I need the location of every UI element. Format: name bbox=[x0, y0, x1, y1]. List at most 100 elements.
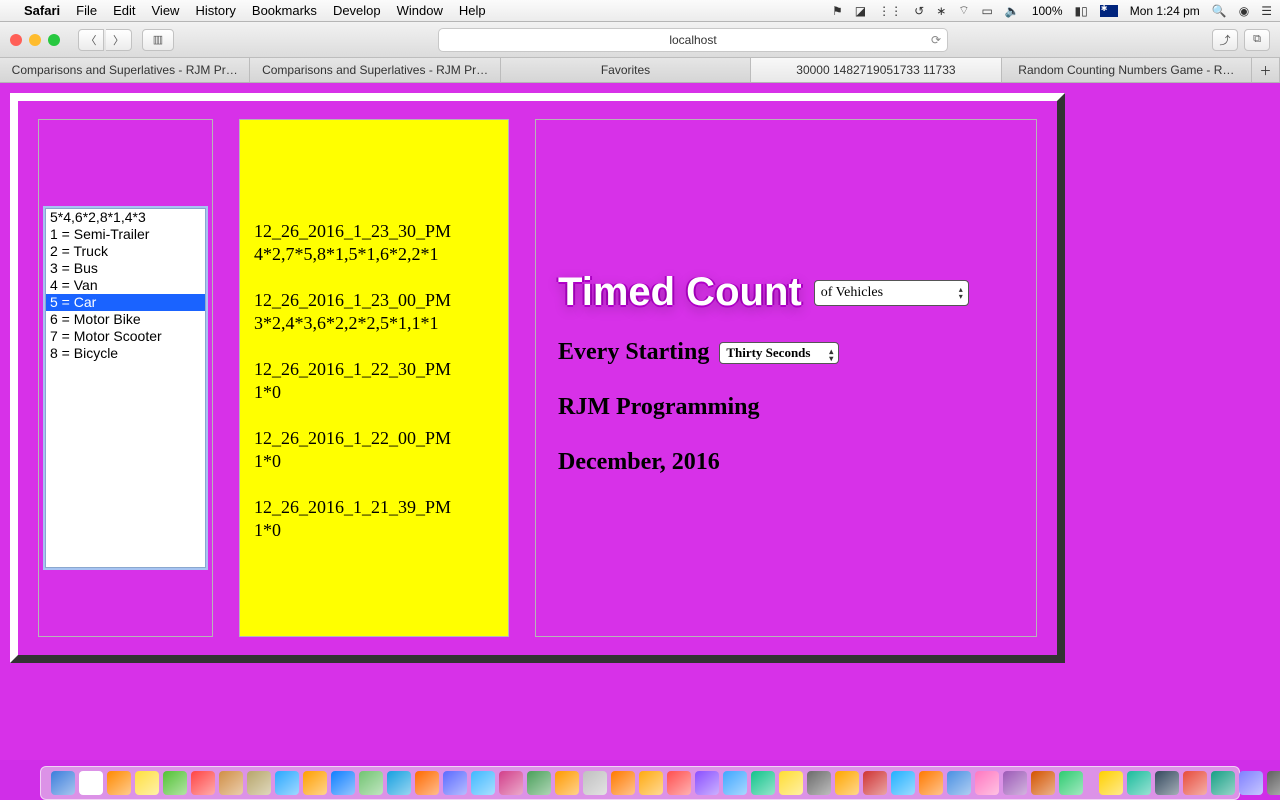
display-icon[interactable]: ▭ bbox=[982, 4, 993, 18]
dock-app-icon[interactable] bbox=[163, 771, 187, 795]
reload-icon[interactable]: ⟳ bbox=[931, 33, 941, 47]
dock-app-icon[interactable] bbox=[1239, 771, 1263, 795]
dock-app-icon[interactable] bbox=[975, 771, 999, 795]
dock-app-icon[interactable] bbox=[443, 771, 467, 795]
listbox-option[interactable]: 8 = Bicycle bbox=[46, 345, 205, 362]
dock-app-icon[interactable] bbox=[303, 771, 327, 795]
dock-app-icon[interactable] bbox=[471, 771, 495, 795]
dock-app-icon[interactable] bbox=[947, 771, 971, 795]
zoom-window-button[interactable] bbox=[48, 34, 60, 46]
close-window-button[interactable] bbox=[10, 34, 22, 46]
menu-window[interactable]: Window bbox=[397, 3, 443, 18]
dock-app-icon[interactable] bbox=[359, 771, 383, 795]
share-button[interactable]: ⤴ bbox=[1212, 29, 1238, 51]
volume-icon[interactable]: 🔈 bbox=[1005, 4, 1020, 18]
dock-app-icon[interactable] bbox=[1211, 771, 1235, 795]
menubar-clock[interactable]: Mon 1:24 pm bbox=[1130, 4, 1200, 18]
menu-develop[interactable]: Develop bbox=[333, 3, 381, 18]
menu-view[interactable]: View bbox=[152, 3, 180, 18]
tab-3[interactable]: 30000 1482719051733 11733 bbox=[751, 58, 1001, 82]
wifi-icon[interactable]: ⌔ bbox=[958, 3, 969, 18]
menu-help[interactable]: Help bbox=[459, 3, 486, 18]
dashlane-icon[interactable]: ◪ bbox=[855, 4, 866, 18]
tab-2[interactable]: Favorites bbox=[501, 58, 751, 82]
listbox-option[interactable]: 6 = Motor Bike bbox=[46, 311, 205, 328]
dock-app-icon[interactable] bbox=[807, 771, 831, 795]
notification-center-icon[interactable]: ☰ bbox=[1261, 4, 1272, 18]
address-bar[interactable]: localhost ⟳ bbox=[438, 28, 948, 52]
dock-app-icon[interactable] bbox=[919, 771, 943, 795]
menu-edit[interactable]: Edit bbox=[113, 3, 135, 18]
tab-strip: Comparisons and Superlatives - RJM Pr… C… bbox=[0, 58, 1280, 83]
avast-icon[interactable]: ⚑ bbox=[832, 4, 843, 18]
log-timestamp: 12_26_2016_1_22_30_PM bbox=[254, 358, 494, 381]
dock-app-icon[interactable] bbox=[1031, 771, 1055, 795]
dock-app-icon[interactable] bbox=[1059, 771, 1083, 795]
spotlight-icon[interactable]: 🔍 bbox=[1212, 4, 1227, 18]
bluetooth-icon[interactable]: ∗ bbox=[936, 4, 946, 18]
dock-app-icon[interactable] bbox=[1267, 771, 1280, 795]
dock-app-icon[interactable] bbox=[555, 771, 579, 795]
tab-4[interactable]: Random Counting Numbers Game - R… bbox=[1002, 58, 1252, 82]
battery-percent[interactable]: 100% bbox=[1032, 4, 1063, 18]
listbox-option[interactable]: 3 = Bus bbox=[46, 260, 205, 277]
input-flag-icon[interactable] bbox=[1100, 5, 1118, 17]
minimize-window-button[interactable] bbox=[29, 34, 41, 46]
app-name[interactable]: Safari bbox=[24, 3, 60, 18]
dock-app-icon[interactable] bbox=[191, 771, 215, 795]
dock-app-icon[interactable] bbox=[583, 771, 607, 795]
sidebar-button[interactable]: ▥ bbox=[142, 29, 174, 51]
dock-app-icon[interactable] bbox=[695, 771, 719, 795]
dock-app-icon[interactable] bbox=[1099, 771, 1123, 795]
dock-app-icon[interactable] bbox=[247, 771, 271, 795]
dock-app-icon[interactable] bbox=[1183, 771, 1207, 795]
dock-app-icon[interactable] bbox=[135, 771, 159, 795]
dock-app-icon[interactable] bbox=[107, 771, 131, 795]
dock-app-icon[interactable] bbox=[611, 771, 635, 795]
listbox-option[interactable]: 5*4,6*2,8*1,4*3 bbox=[46, 209, 205, 226]
dock-app-icon[interactable] bbox=[499, 771, 523, 795]
vehicle-listbox[interactable]: 5*4,6*2,8*1,4*31 = Semi-Trailer2 = Truck… bbox=[45, 208, 206, 568]
dock-app-icon[interactable] bbox=[51, 771, 75, 795]
tab-0[interactable]: Comparisons and Superlatives - RJM Pr… bbox=[0, 58, 250, 82]
menu-file[interactable]: File bbox=[76, 3, 97, 18]
dock-app-icon[interactable] bbox=[331, 771, 355, 795]
tab-1[interactable]: Comparisons and Superlatives - RJM Pr… bbox=[250, 58, 500, 82]
menuextra-icon[interactable]: ⋮⋮ bbox=[878, 4, 902, 18]
dock-app-icon[interactable] bbox=[219, 771, 243, 795]
menu-bookmarks[interactable]: Bookmarks bbox=[252, 3, 317, 18]
listbox-option[interactable]: 2 = Truck bbox=[46, 243, 205, 260]
siri-icon[interactable]: ◉ bbox=[1239, 4, 1249, 18]
dock[interactable] bbox=[40, 766, 1240, 800]
dock-app-icon[interactable] bbox=[835, 771, 859, 795]
count-subject-select[interactable]: of Vehicles bbox=[814, 280, 969, 306]
dock-app-icon[interactable] bbox=[275, 771, 299, 795]
dock-app-icon[interactable] bbox=[667, 771, 691, 795]
dock-app-icon[interactable] bbox=[751, 771, 775, 795]
new-tab-button[interactable]: ＋ bbox=[1252, 58, 1280, 82]
listbox-option[interactable]: 5 = Car bbox=[46, 294, 205, 311]
dock-app-icon[interactable] bbox=[1003, 771, 1027, 795]
dock-app-icon[interactable] bbox=[863, 771, 887, 795]
battery-icon[interactable]: ▮▯ bbox=[1075, 4, 1088, 18]
dock-app-icon[interactable] bbox=[387, 771, 411, 795]
dock-app-icon[interactable] bbox=[415, 771, 439, 795]
listbox-option[interactable]: 7 = Motor Scooter bbox=[46, 328, 205, 345]
interval-select[interactable]: Thirty Seconds bbox=[719, 342, 839, 364]
listbox-option[interactable]: 1 = Semi-Trailer bbox=[46, 226, 205, 243]
timemachine-icon[interactable]: ↺ bbox=[914, 4, 924, 18]
menu-history[interactable]: History bbox=[195, 3, 235, 18]
dock-app-icon[interactable] bbox=[723, 771, 747, 795]
dock-app-icon[interactable] bbox=[779, 771, 803, 795]
back-button[interactable]: 〈 bbox=[78, 29, 104, 51]
dock-app-icon[interactable] bbox=[1155, 771, 1179, 795]
listbox-option[interactable]: 4 = Van bbox=[46, 277, 205, 294]
forward-button[interactable]: 〉 bbox=[106, 29, 132, 51]
dock-app-icon[interactable] bbox=[891, 771, 915, 795]
log-entry: 12_26_2016_1_23_30_PM4*2,7*5,8*1,5*1,6*2… bbox=[254, 220, 494, 265]
dock-app-icon[interactable] bbox=[639, 771, 663, 795]
dock-app-icon[interactable] bbox=[79, 771, 103, 795]
dock-app-icon[interactable] bbox=[527, 771, 551, 795]
show-tabs-button[interactable]: ⧉ bbox=[1244, 29, 1270, 51]
dock-app-icon[interactable] bbox=[1127, 771, 1151, 795]
